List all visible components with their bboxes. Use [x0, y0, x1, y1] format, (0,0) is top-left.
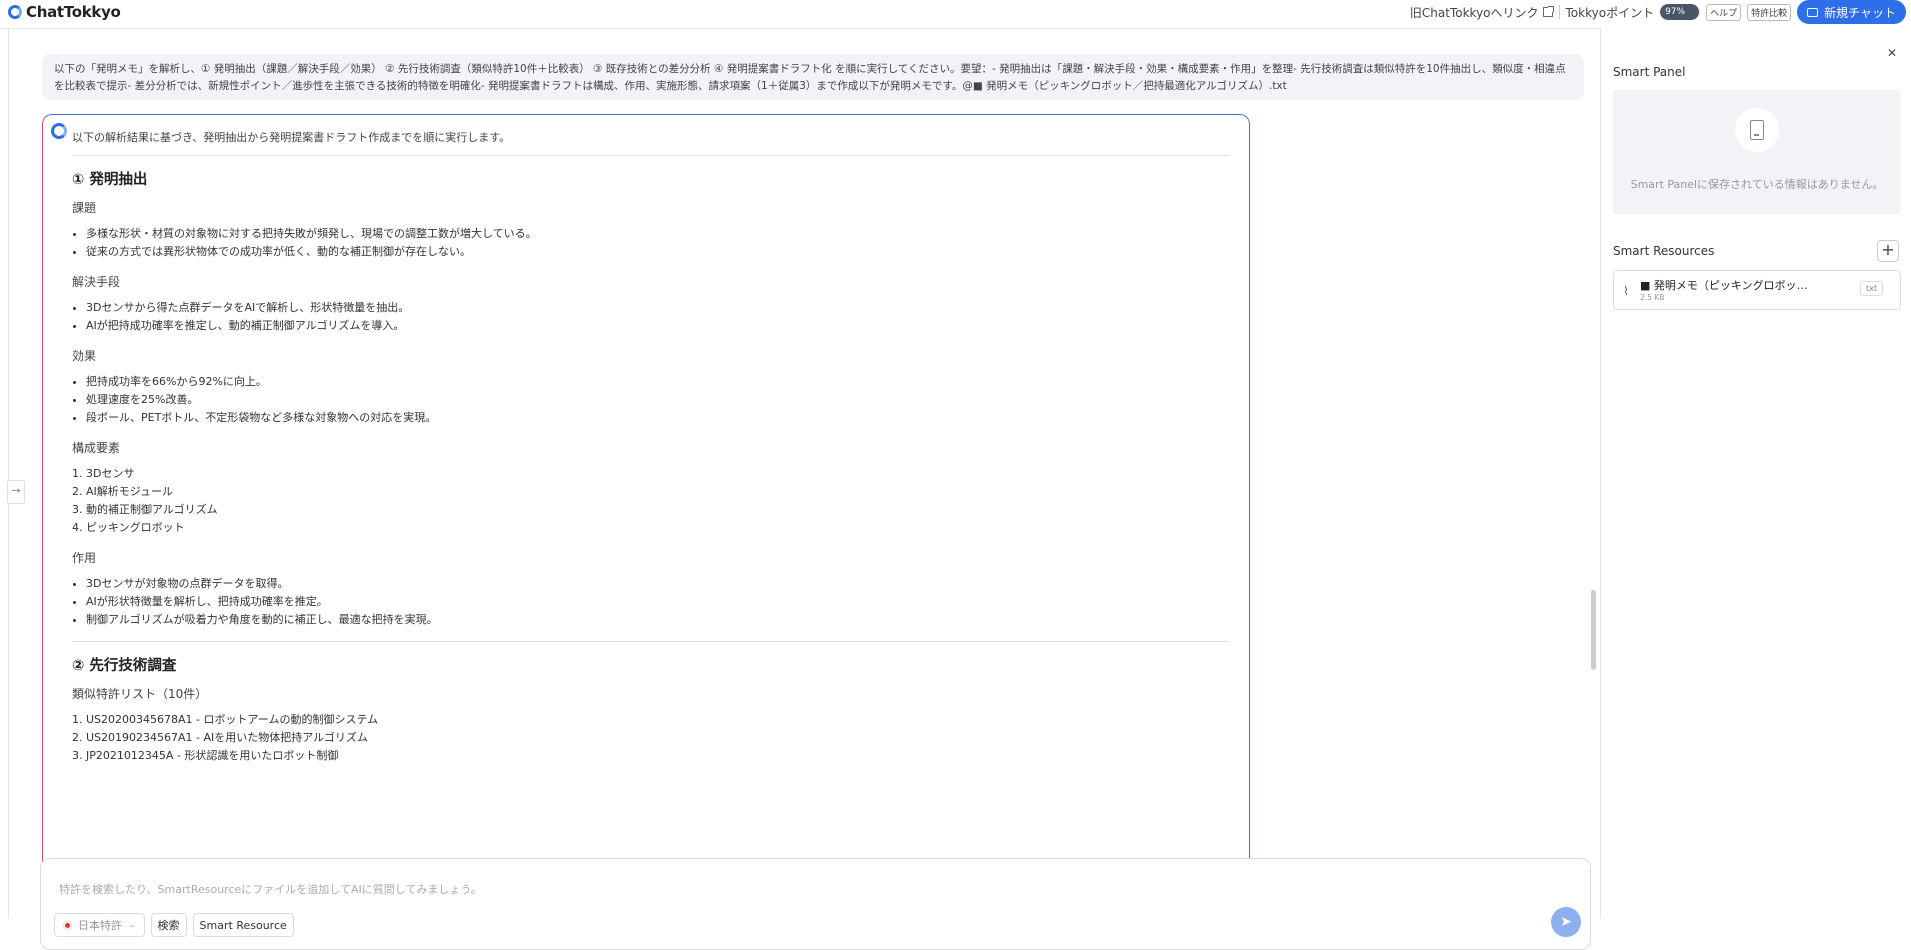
- chat-input-box[interactable]: 特許を検索したり、SmartResourceにファイルを追加してAIに質問してみ…: [40, 858, 1591, 950]
- chat-bubble-icon: [1807, 7, 1819, 17]
- new-chat-button[interactable]: 新規チャット: [1797, 0, 1906, 24]
- new-chat-label: 新規チャット: [1824, 5, 1896, 20]
- list-item: 3Dセンサが対象物の点群データを取得。: [86, 575, 1229, 593]
- resource-size: 2.5 KB: [1640, 293, 1665, 302]
- chevron-down-icon: ⌄: [128, 920, 136, 930]
- patent-list: 1. US20200345678A1 - ロボットアームの動的制御システム 2.…: [72, 711, 1229, 765]
- list-item: 2. US20190234567A1 - AIを用いた物体把持アルゴリズム: [72, 731, 368, 744]
- list-item: 従来の方式では異形状物体での成功率が低く、動的な補正制御が存在しない。: [86, 243, 1229, 261]
- paperclip-icon: ⌇: [1623, 284, 1629, 298]
- divider: [72, 641, 1229, 642]
- effect-list: 把持成功率を66%から92%に向上。 処理速度を25%改善。 段ボール、PETボ…: [72, 373, 1229, 427]
- list-item: 処理速度を25%改善。: [86, 391, 1229, 409]
- resource-item[interactable]: ⌇ ■ 発明メモ（ピッキングロボット／把持最適化アルゴリズム）.txt 2.5 …: [1613, 270, 1901, 310]
- list-item: 把持成功率を66%から92%に向上。: [86, 373, 1229, 391]
- list-item: AIが形状特徴量を解析し、把持成功確率を推定。: [86, 593, 1229, 611]
- list-item: 1. 3Dセンサ: [72, 467, 135, 480]
- smart-resources-title: Smart Resources: [1613, 244, 1715, 258]
- country-select-value: 日本特許: [78, 919, 122, 932]
- app-name: ChatTokkyo: [26, 3, 121, 21]
- top-bar: ChatTokkyo 旧ChatTokkyoへリンク Tokkyoポイント 97…: [0, 0, 1911, 29]
- list-item: 3. JP2021012345A - 形状認識を用いたロボット制御: [72, 749, 339, 762]
- chat-input-placeholder[interactable]: 特許を検索したり、SmartResourceにファイルを追加してAIに質問してみ…: [59, 881, 482, 897]
- list-item: 3Dセンサから得た点群データをAIで解析し、形状特徴量を抽出。: [86, 299, 1229, 317]
- divider: [1558, 5, 1560, 19]
- add-resource-button[interactable]: +: [1877, 240, 1899, 262]
- app-logo[interactable]: ChatTokkyo: [8, 3, 121, 21]
- list-item: 1. US20200345678A1 - ロボットアームの動的制御システム: [72, 713, 379, 726]
- document-icon: [1750, 120, 1764, 140]
- user-message: 以下の「発明メモ」を解析し、① 発明抽出（課題／解決手段／効果） ② 先行技術調…: [42, 54, 1584, 100]
- section-title: ② 先行技術調査: [72, 658, 177, 674]
- input-tools: 日本特許 ⌄ 検索 Smart Resource: [54, 913, 294, 937]
- close-icon[interactable]: ✕: [1887, 46, 1897, 60]
- japan-flag-icon: [63, 920, 72, 930]
- components-list: 1. 3Dセンサ 2. AI解析モジュール 3. 動的補正制御アルゴリズム 4.…: [72, 465, 1229, 537]
- subsection-title: 類似特許リスト（10件）: [72, 687, 208, 701]
- subsection-title: 構成要素: [72, 441, 121, 455]
- external-link-icon: [1542, 6, 1554, 17]
- problem-list: 多様な形状・材質の対象物に対する把持失敗が頻発し、現場での調整工数が増大している…: [72, 225, 1229, 261]
- scrollbar-thumb[interactable]: [1591, 590, 1596, 670]
- empty-state-text: Smart Panelに保存されている情報はありません。: [1630, 178, 1884, 191]
- divider: [72, 155, 1229, 156]
- chat-area: 以下の「発明メモ」を解析し、① 発明抽出（課題／解決手段／効果） ② 先行技術調…: [8, 28, 1600, 950]
- list-item: 制御アルゴリズムが吸着力や角度を動的に補正し、最適な把持を実現。: [86, 611, 1229, 629]
- points-value: 97%: [1665, 7, 1686, 17]
- list-item: 4. ピッキングロボット: [72, 521, 185, 534]
- solution-list: 3Dセンサから得た点群データをAIで解析し、形状特徴量を抽出。 AIが把持成功確…: [72, 299, 1229, 335]
- action-list: 3Dセンサが対象物の点群データを取得。 AIが形状特徴量を解析し、把持成功確率を…: [72, 575, 1229, 629]
- section-title: ① 発明抽出: [72, 172, 148, 188]
- points-label: Tokkyoポイント: [1565, 5, 1655, 20]
- ai-response-content: 以下の解析結果に基づき、発明抽出から発明提案書ドラフト作成までを順に実行します。…: [72, 129, 1229, 777]
- old-version-link-label: 旧ChatTokkyoへリンク: [1409, 5, 1539, 20]
- smart-panel-title: Smart Panel: [1613, 65, 1686, 79]
- subsection-title: 課題: [72, 201, 97, 215]
- patent-compare-button[interactable]: 特許比較: [1747, 3, 1792, 21]
- list-item: 2. AI解析モジュール: [72, 485, 173, 498]
- subsection-title: 作用: [72, 551, 97, 565]
- right-panel: ✕ Smart Panel Smart Panelに保存されている情報はありませ…: [1600, 28, 1911, 918]
- help-button[interactable]: ヘルプ: [1706, 3, 1742, 21]
- send-icon[interactable]: ➤: [1551, 907, 1581, 937]
- subsection-title: 効果: [72, 349, 97, 363]
- smart-panel-empty-state: Smart Panelに保存されている情報はありません。: [1613, 90, 1901, 214]
- list-item: 多様な形状・材質の対象物に対する把持失敗が頻発し、現場での調整工数が増大している…: [86, 225, 1229, 243]
- list-item: 段ボール、PETボトル、不定形袋物など多様な対象物への対応を実現。: [86, 409, 1229, 427]
- document-chart-icon: [1735, 108, 1779, 152]
- smart-resource-button[interactable]: Smart Resource: [192, 913, 294, 937]
- points-meter: 97%: [1660, 4, 1701, 20]
- ai-response-card: 以下の解析結果に基づき、発明抽出から発明提案書ドラフト作成までを順に実行します。…: [42, 114, 1250, 934]
- list-item: AIが把持成功確率を推定し、動的補正制御アルゴリズムを導入。: [86, 317, 1229, 335]
- ai-avatar-icon: [51, 123, 67, 139]
- header-actions: 旧ChatTokkyoへリンク Tokkyoポイント 97% ヘルプ 特許比較 …: [1410, 0, 1911, 24]
- search-button[interactable]: 検索: [150, 913, 187, 937]
- logo-icon: [8, 5, 22, 19]
- old-version-link[interactable]: 旧ChatTokkyoへリンク: [1409, 4, 1554, 21]
- list-item: 3. 動的補正制御アルゴリズム: [72, 503, 218, 516]
- resource-type-badge: txt: [1860, 281, 1884, 296]
- response-intro: 以下の解析結果に基づき、発明抽出から発明提案書ドラフト作成までを順に実行します。: [72, 131, 511, 144]
- resource-name: ■ 発明メモ（ピッキングロボット／把持最適化アルゴリズム）.txt: [1640, 279, 1818, 292]
- country-select[interactable]: 日本特許 ⌄: [54, 913, 145, 937]
- subsection-title: 解決手段: [72, 275, 121, 289]
